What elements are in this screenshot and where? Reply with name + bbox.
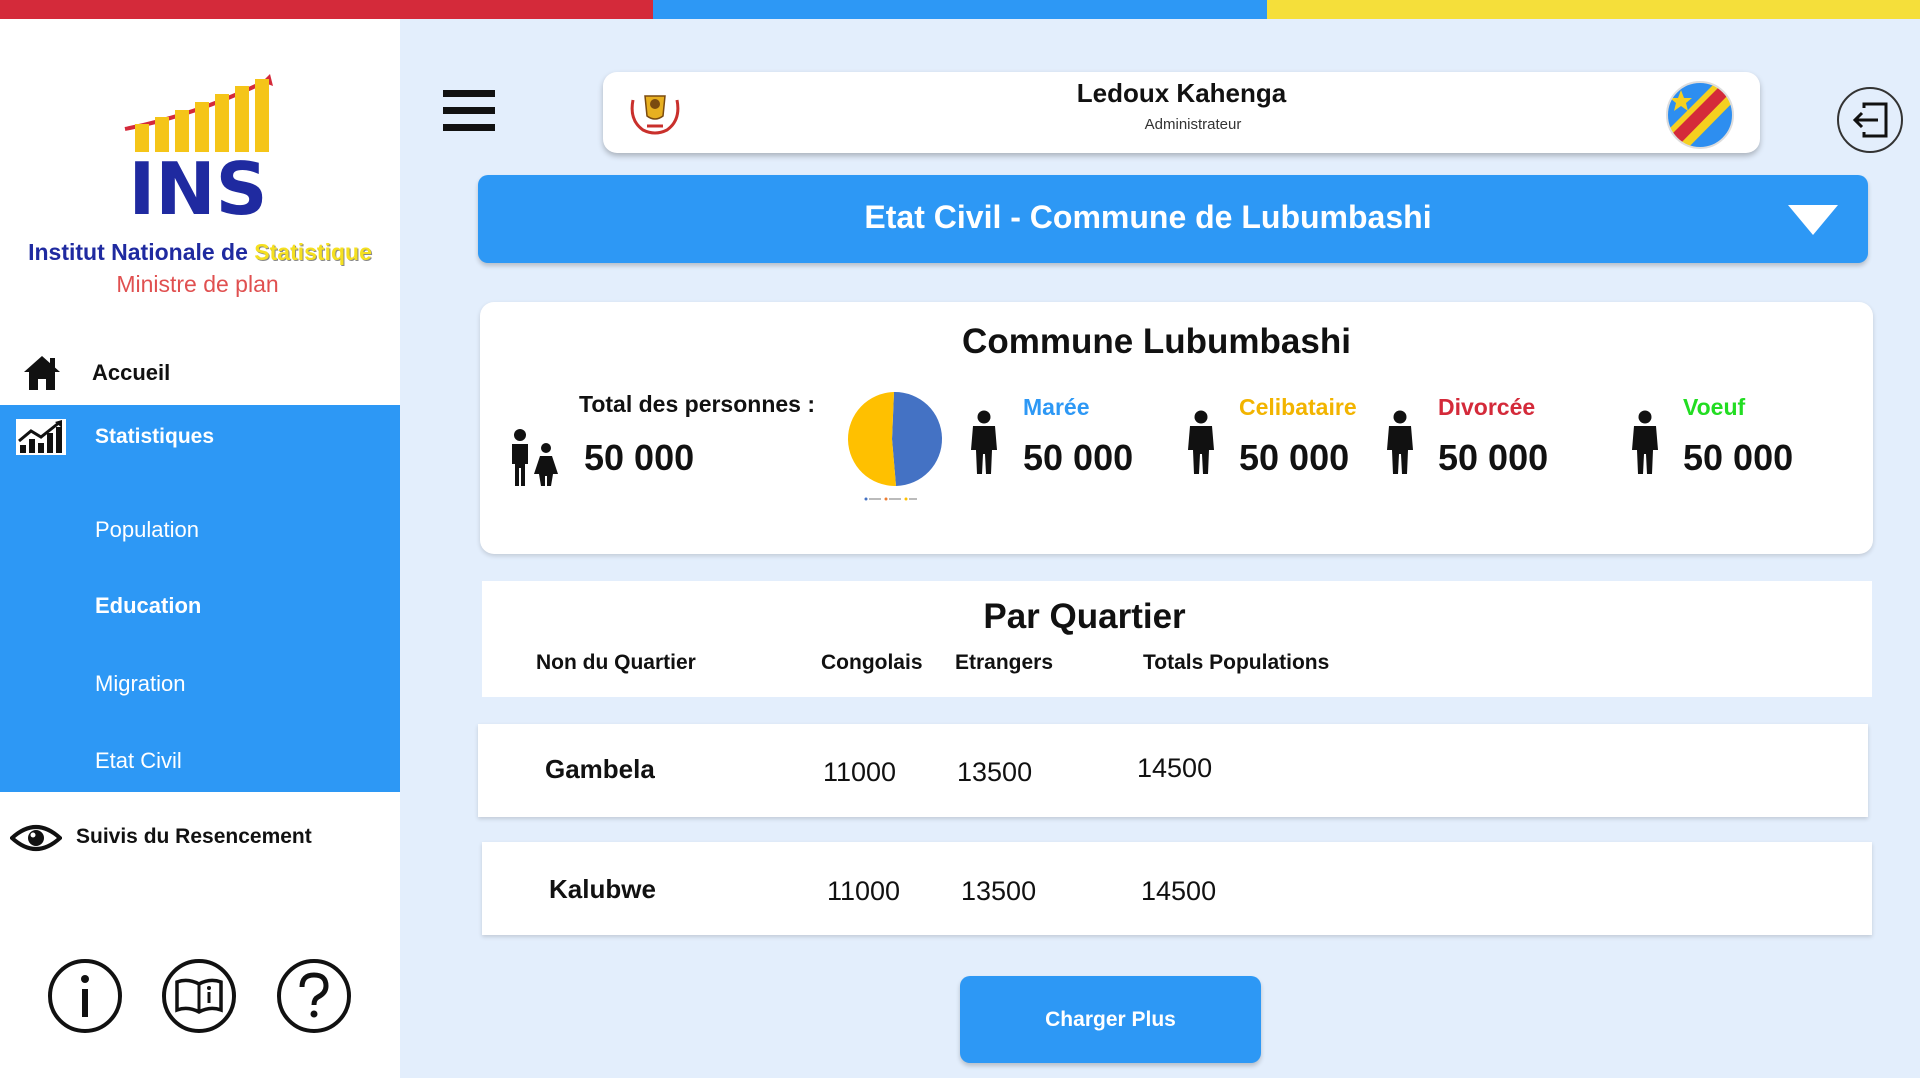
svg-text:INS: INS	[129, 147, 268, 231]
info-icon	[81, 975, 89, 1017]
family-icon	[512, 429, 558, 486]
caret-down-icon	[1788, 205, 1838, 235]
row-total: 14500	[1137, 753, 1213, 783]
sidebar-item-education[interactable]: Education	[95, 593, 201, 619]
row-congolais: 11000	[827, 876, 901, 906]
chart-growth-icon	[16, 419, 66, 455]
sidebar-item-label: Suivis du Resencement	[76, 825, 312, 848]
institute-name-highlight: Statistique	[254, 239, 372, 265]
flag-stripe-red	[0, 0, 653, 19]
hamburger-line	[443, 90, 495, 97]
help-toolbar	[0, 939, 400, 1039]
user-name: Ledoux Kahenga	[1076, 78, 1287, 108]
table-title: Par Quartier	[983, 597, 1186, 636]
row-total: 14500	[1141, 876, 1217, 906]
help-button[interactable]	[277, 959, 351, 1033]
user-role: Administrateur	[1144, 116, 1242, 133]
info-button[interactable]	[48, 959, 122, 1033]
total-persons-label: Total des personnes :	[579, 391, 816, 417]
hamburger-line	[443, 124, 495, 131]
institute-name: Institut Nationale de Statistique	[0, 239, 400, 266]
row-etrangers: 13500	[957, 757, 1033, 787]
commune-summary-card: Commune Lubumbashi Total des personnes :…	[480, 302, 1873, 554]
sidebar-item-population[interactable]: Population	[95, 517, 199, 543]
eye-icon	[10, 825, 62, 851]
quartier-table-header: Par Quartier Non du Quartier Congolais E…	[482, 581, 1872, 697]
row-etrangers: 13500	[961, 876, 1037, 906]
stat-value-voeuf: 50 000	[1683, 437, 1794, 478]
sidebar-item-migration[interactable]: Migration	[95, 671, 185, 697]
logout-icon	[1852, 102, 1888, 138]
person-icon	[1632, 410, 1658, 474]
stat-label-divorcee: Divorcée	[1438, 394, 1536, 420]
person-icon	[1387, 410, 1413, 474]
stat-label-voeuf: Voeuf	[1683, 394, 1746, 420]
flag-stripe	[0, 0, 1920, 19]
stat-label-mariee: Marée	[1023, 394, 1090, 420]
sidebar: INS Institut Nationale de Statistique Mi…	[0, 19, 400, 1078]
stat-label-celibataire: Celibataire	[1239, 394, 1357, 420]
column-header-quartier: Non du Quartier	[536, 651, 696, 674]
ministry-subtitle: Ministre de plan	[116, 271, 279, 297]
table-row[interactable]: Kalubwe 11000 13500 14500	[482, 842, 1872, 935]
logout-button[interactable]	[1837, 87, 1903, 153]
sidebar-item-etat-civil[interactable]: Etat Civil	[95, 748, 182, 774]
home-icon	[24, 356, 60, 390]
stat-value-divorcee: 50 000	[1438, 437, 1549, 478]
menu-toggle-button[interactable]	[443, 90, 495, 132]
sidebar-item-accueil[interactable]: Accueil	[0, 339, 400, 407]
status-pie-chart	[847, 391, 943, 501]
column-header-total: Totals Populations	[1143, 651, 1330, 674]
total-persons-value: 50 000	[584, 437, 695, 478]
sidebar-item-suivis[interactable]: Suivis du Resencement	[0, 802, 400, 874]
manual-button[interactable]	[162, 959, 236, 1033]
commune-selector[interactable]: Etat Civil - Commune de Lubumbashi	[478, 175, 1868, 263]
person-icon	[971, 410, 997, 474]
load-more-button[interactable]: Charger Plus	[960, 976, 1261, 1063]
sidebar-item-label: Statistiques	[95, 425, 215, 448]
book-info-icon	[175, 978, 223, 1014]
hamburger-line	[443, 107, 495, 114]
column-header-congolais: Congolais	[821, 651, 923, 674]
stat-value-celibataire: 50 000	[1239, 437, 1350, 478]
row-congolais: 11000	[823, 757, 897, 787]
table-row[interactable]: Gambela 11000 13500 14500	[478, 724, 1868, 817]
flag-stripe-yellow	[1267, 0, 1920, 19]
commune-selector-title: Etat Civil - Commune de Lubumbashi	[864, 199, 1432, 235]
user-header-card: Ledoux Kahenga Administrateur	[603, 72, 1760, 153]
row-quartier-name: Kalubwe	[549, 874, 656, 904]
row-quartier-name: Gambela	[545, 754, 655, 784]
stat-value-mariee: 50 000	[1023, 437, 1134, 478]
ins-logo: INS Institut Nationale de Statistique Mi…	[0, 19, 400, 319]
sidebar-item-label: Accueil	[92, 360, 171, 385]
drc-flag-icon	[1666, 81, 1734, 149]
column-header-etrangers: Etrangers	[955, 651, 1054, 674]
person-icon	[1188, 410, 1214, 474]
sidebar-statistics-group: Statistiques Population Education Migrat…	[0, 405, 400, 792]
sidebar-item-statistiques[interactable]: Statistiques	[0, 405, 400, 469]
flag-stripe-blue	[653, 0, 1267, 19]
ins-logo-icon: INS	[124, 74, 273, 231]
question-icon	[299, 972, 329, 1018]
summary-title: Commune Lubumbashi	[962, 322, 1351, 361]
institute-name-prefix: Institut Nationale de	[28, 239, 255, 265]
